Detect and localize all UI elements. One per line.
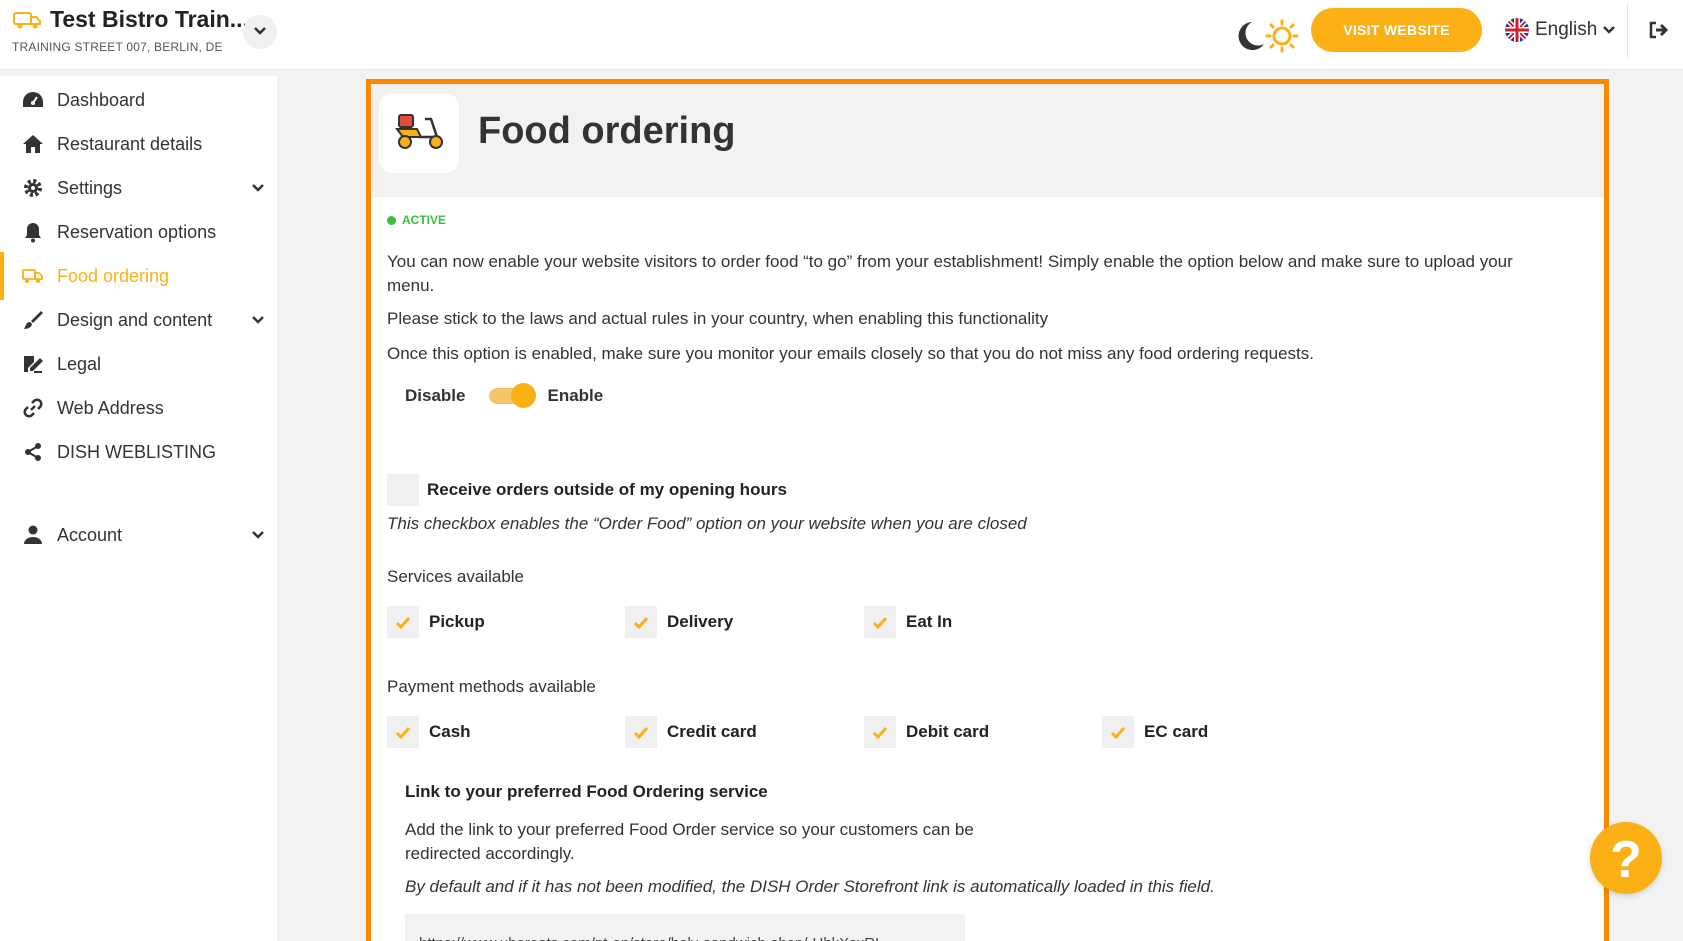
language-label: English: [1535, 19, 1598, 40]
sidebar-item-food-ordering[interactable]: Food ordering: [0, 252, 277, 300]
user-icon: [24, 525, 42, 544]
chevron-down-icon: [254, 27, 266, 35]
payment-credit-card-checkbox[interactable]: Credit card: [625, 716, 757, 748]
home-icon: [23, 135, 43, 153]
ordering-link-description: Add the link to your preferred Food Orde…: [405, 820, 974, 863]
sidebar-item-dashboard[interactable]: Dashboard: [0, 80, 277, 120]
service-eat-in-checkbox[interactable]: Eat In: [864, 606, 952, 638]
restaurant-switcher-button[interactable]: [243, 15, 277, 49]
payments-heading: Payment methods available: [387, 677, 596, 696]
payment-label: Debit card: [906, 722, 990, 741]
enable-toggle[interactable]: [489, 383, 537, 408]
sidebar-item-label: Settings: [57, 177, 123, 198]
sidebar-item-label: DISH WEBLISTING: [57, 441, 217, 462]
intro-text: You can now enable your website visitors…: [387, 252, 1513, 295]
sidebar-item-reservation-options[interactable]: Reservation options: [0, 212, 277, 252]
sidebar-item-legal[interactable]: Legal: [0, 344, 277, 384]
enable-toggle-row: Disable Enable: [405, 383, 603, 408]
sidebar-item-label: Reservation options: [57, 221, 217, 242]
uk-flag-icon: [1505, 18, 1529, 42]
service-pickup-checkbox[interactable]: Pickup: [387, 606, 485, 638]
logout-icon[interactable]: [1648, 20, 1670, 40]
restaurant-address: TRAINING STREET 007, BERLIN, DE: [12, 40, 223, 54]
checkmark-icon: [872, 616, 888, 629]
chevron-down-icon: [1603, 26, 1616, 34]
checkmark-icon: [633, 726, 649, 739]
gear-icon: [24, 179, 42, 197]
checkmark-icon: [872, 726, 888, 739]
payment-label: Cash: [429, 722, 471, 741]
checkmark-icon: [395, 726, 411, 739]
visit-website-button[interactable]: VISIT WEBSITE: [1311, 8, 1482, 52]
monitor-text: Once this option is enabled, make sure y…: [387, 344, 1314, 363]
sidebar-item-label: Food ordering: [57, 265, 170, 286]
service-label: Eat In: [906, 612, 953, 631]
checkmark-icon: [633, 616, 649, 629]
ordering-link-input[interactable]: [405, 914, 965, 941]
status-dot: [387, 215, 396, 225]
payment-label: EC card: [1144, 722, 1209, 741]
sidebar-item-label: Legal: [57, 353, 102, 374]
chevron-down-icon: [252, 316, 264, 324]
payment-debit-card-checkbox[interactable]: Debit card: [864, 716, 989, 748]
theme-toggle-icon[interactable]: [1232, 18, 1300, 54]
sidebar-item-label: Design and content: [57, 309, 213, 330]
service-label: Pickup: [429, 612, 485, 631]
page-header: Food ordering: [371, 84, 1604, 197]
payment-ec-card-checkbox[interactable]: EC card: [1102, 716, 1208, 748]
speedometer-icon: [23, 92, 43, 107]
toggle-knob: [511, 383, 537, 408]
bell-icon: [25, 223, 41, 243]
chevron-down-icon: [252, 531, 264, 539]
food-truck-icon: [13, 12, 41, 29]
chevron-down-icon: [252, 184, 264, 192]
sidebar-item-settings[interactable]: Settings: [0, 168, 277, 208]
checkmark-icon: [395, 616, 411, 629]
service-label: Delivery: [667, 612, 734, 631]
signature-icon: [24, 356, 43, 373]
outside-hours-note: This checkbox enables the “Order Food” o…: [387, 514, 1027, 533]
status-badge: ACTIVE: [387, 213, 446, 227]
sidebar-item-dish-weblisting[interactable]: DISH WEBLISTING: [0, 432, 277, 472]
help-icon: ?: [1610, 831, 1642, 889]
checkmark-icon: [1110, 726, 1126, 739]
share-icon: [25, 443, 41, 461]
sidebar-item-restaurant-details[interactable]: Restaurant details: [0, 124, 277, 164]
brush-icon: [24, 311, 43, 329]
sidebar-item-design-and-content[interactable]: Design and content: [0, 300, 277, 340]
sidebar: Dashboard Restaurant details Settings Re…: [0, 76, 277, 941]
page-icon-tile: [379, 93, 459, 173]
link-icon: [23, 398, 43, 418]
payment-cash-checkbox[interactable]: Cash: [387, 716, 471, 748]
ordering-link-note: By default and if it has not been modifi…: [405, 877, 1215, 896]
help-button[interactable]: ?: [1590, 822, 1662, 894]
status-text: ACTIVE: [402, 213, 447, 227]
sidebar-item-web-address[interactable]: Web Address: [0, 388, 277, 428]
disable-label[interactable]: Disable: [405, 386, 465, 406]
divider: [1627, 4, 1628, 58]
payment-label: Credit card: [667, 722, 757, 741]
restaurant-name: Test Bistro Train...: [50, 6, 249, 32]
food-truck-icon: [22, 269, 43, 283]
sidebar-item-label: Dashboard: [57, 89, 146, 110]
language-selector[interactable]: English: [1505, 18, 1616, 42]
outside-hours-label: Receive orders outside of my opening hou…: [427, 480, 787, 499]
sidebar-item-account[interactable]: Account: [0, 515, 277, 555]
food-ordering-panel: Food ordering ACTIVE You can now enable …: [366, 79, 1609, 941]
services-heading: Services available: [387, 567, 525, 586]
page-title: Food ordering: [478, 110, 736, 152]
sidebar-item-label: Restaurant details: [57, 133, 203, 154]
service-delivery-checkbox[interactable]: Delivery: [625, 606, 733, 638]
sidebar-item-label: Account: [57, 524, 123, 545]
laws-text: Please stick to the laws and actual rule…: [387, 309, 1049, 328]
sidebar-item-label: Web Address: [57, 397, 164, 418]
enable-label[interactable]: Enable: [547, 386, 603, 406]
ordering-link-heading: Link to your preferred Food Ordering ser…: [405, 782, 768, 801]
outside-hours-checkbox[interactable]: [387, 474, 419, 506]
scooter-delivery-icon: [395, 114, 443, 149]
top-bar: Test Bistro Train... TRAINING STREET 007…: [0, 0, 1683, 70]
